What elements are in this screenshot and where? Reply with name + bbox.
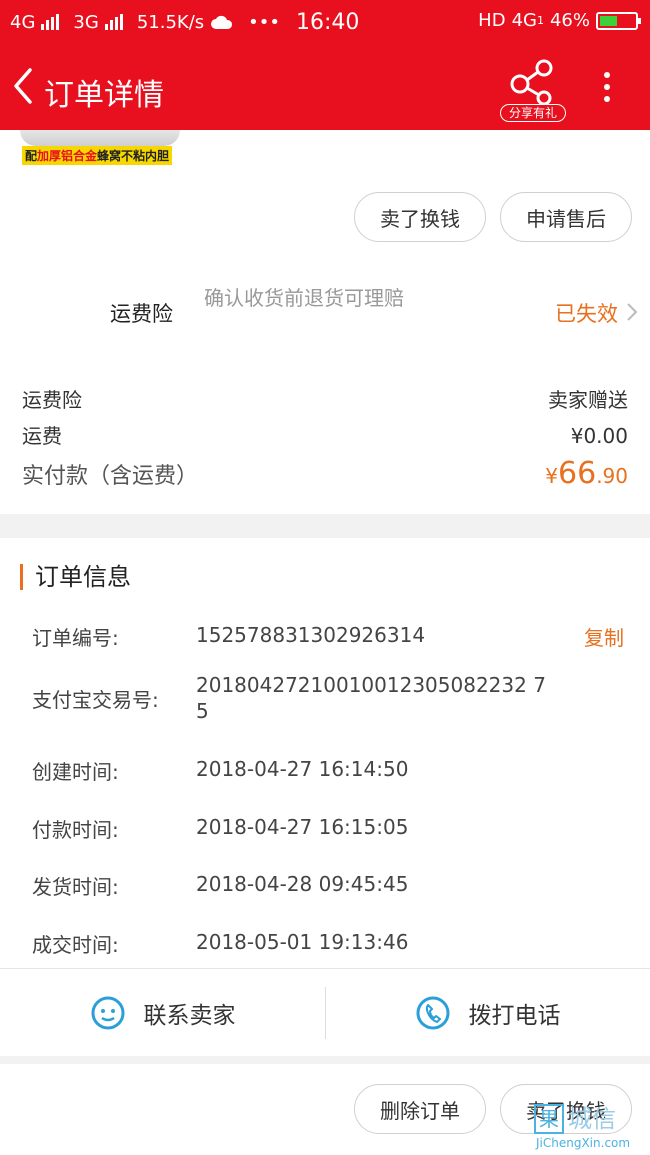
cloud-icon bbox=[211, 15, 233, 29]
info-label: 创建时间: bbox=[32, 760, 119, 784]
order-number-value: 152578831302926314 bbox=[196, 623, 426, 647]
insurance-status: 已失效 bbox=[555, 302, 618, 326]
back-arrow-icon[interactable] bbox=[8, 66, 38, 106]
product-image bbox=[20, 130, 180, 146]
share-label: 分享有礼 bbox=[500, 104, 566, 122]
top-actions: 卖了换钱 申请售后 bbox=[0, 170, 650, 270]
product-tag-highlight: 加厚铝合金 bbox=[37, 149, 98, 163]
status-time: 16:40 bbox=[296, 10, 360, 35]
status-left: 4G 3G 51.5K/s ••• bbox=[10, 12, 280, 33]
page-title: 订单详情 bbox=[44, 78, 164, 113]
contact-bar: 联系卖家 拨打电话 bbox=[0, 968, 650, 1056]
top-bar: 4G 3G 51.5K/s ••• 16:40 HD 4G 1 46% 订单详情 bbox=[0, 0, 650, 130]
info-label: 支付宝交易号: bbox=[32, 688, 159, 712]
sell-for-cash-button[interactable]: 卖了换钱 bbox=[354, 192, 486, 242]
network-speed: 51.5K/s bbox=[136, 11, 205, 33]
signal-icon-2 bbox=[104, 14, 123, 30]
product-tag-suffix: 蜂窝不粘内胆 bbox=[97, 149, 170, 163]
site-watermark: 果 城信 JiChengXin.com bbox=[534, 1104, 650, 1155]
total-integer: 66 bbox=[558, 456, 597, 491]
product-image-stub: 配加厚铝合金蜂窝不粘内胆 bbox=[0, 130, 650, 170]
product-tag: 配加厚铝合金蜂窝不粘内胆 bbox=[22, 146, 173, 165]
info-label: 付款时间: bbox=[32, 818, 119, 842]
more-notifications-icon: ••• bbox=[248, 11, 280, 33]
product-tag-prefix: 配 bbox=[25, 149, 38, 163]
total-currency: ¥ bbox=[545, 464, 558, 488]
sim-slot: 1 bbox=[536, 14, 544, 27]
network-type-2: 3G bbox=[73, 11, 99, 33]
total-price: ¥66.90 bbox=[545, 456, 628, 491]
insurance-name: 运费险 bbox=[110, 302, 173, 326]
chat-icon bbox=[91, 996, 124, 1030]
more-menu-icon[interactable] bbox=[600, 72, 614, 108]
status-right: HD 4G 1 46% bbox=[478, 10, 641, 31]
share-button[interactable]: 分享有礼 bbox=[500, 58, 566, 122]
after-sale-button[interactable]: 申请售后 bbox=[500, 192, 632, 242]
deal-time-value: 2018-05-01 19:13:46 bbox=[196, 930, 409, 954]
contact-seller-label: 联系卖家 bbox=[143, 1003, 236, 1029]
fee-label: 运费 bbox=[22, 424, 62, 448]
order-info-heading: 订单信息 bbox=[20, 564, 131, 590]
fee-summary: 运费险 卖家赠送 运费 ¥0.00 实付款（含运费） ¥66.90 bbox=[0, 358, 650, 514]
info-label: 订单编号: bbox=[32, 626, 119, 650]
copy-button[interactable]: 复制 bbox=[584, 622, 624, 651]
total-label: 实付款（含运费） bbox=[22, 464, 199, 489]
delete-order-button[interactable]: 删除订单 bbox=[354, 1084, 486, 1134]
paid-time-value: 2018-04-27 16:15:05 bbox=[196, 815, 409, 839]
battery-fill bbox=[600, 15, 618, 26]
insurance-description: 确认收货前退货可理赔 bbox=[204, 286, 404, 310]
alipay-trade-row: 支付宝交易号: 20180427210010012305082232 75 bbox=[32, 672, 632, 728]
phone-icon bbox=[416, 996, 449, 1030]
order-info-section: 订单信息 订单编号: 152578831302926314 复制 支付宝交易号:… bbox=[0, 538, 650, 968]
fee-label: 运费险 bbox=[22, 388, 82, 412]
network-type-1: 4G bbox=[10, 11, 36, 33]
network-type-3: 4G bbox=[511, 10, 537, 31]
contact-seller-button[interactable]: 联系卖家 bbox=[0, 969, 325, 1057]
fee-value: ¥0.00 bbox=[570, 424, 628, 448]
watermark-url: JiChengXin.com bbox=[536, 1136, 631, 1150]
watermark-logo: 果 bbox=[534, 1104, 564, 1134]
battery-percent: 46% bbox=[549, 10, 590, 31]
total-row: 实付款（含运费） ¥66.90 bbox=[22, 456, 628, 491]
fee-row: 运费 ¥0.00 bbox=[22, 420, 628, 449]
fee-value: 卖家赠送 bbox=[548, 388, 628, 412]
created-time-value: 2018-04-27 16:14:50 bbox=[196, 757, 409, 781]
status-bar: 4G 3G 51.5K/s ••• 16:40 HD 4G 1 46% bbox=[0, 0, 650, 44]
info-label: 成交时间: bbox=[32, 933, 119, 957]
shipping-insurance[interactable]: 运费险 确认收货前退货可理赔 已失效 bbox=[0, 270, 650, 358]
chevron-right-icon bbox=[627, 303, 638, 321]
signal-icon bbox=[41, 14, 60, 30]
hd-indicator: HD bbox=[478, 10, 506, 31]
share-icon bbox=[510, 59, 553, 106]
call-phone-button[interactable]: 拨打电话 bbox=[325, 969, 650, 1057]
nav-bar: 订单详情 分享有礼 bbox=[0, 48, 650, 128]
battery-icon bbox=[596, 11, 641, 30]
alipay-trade-value: 20180427210010012305082232 75 bbox=[196, 673, 546, 723]
total-decimal: .90 bbox=[596, 464, 628, 488]
watermark-text: 城信 bbox=[568, 1105, 616, 1133]
fee-row: 运费险 卖家赠送 bbox=[22, 384, 628, 413]
call-phone-label: 拨打电话 bbox=[468, 1003, 561, 1029]
info-label: 发货时间: bbox=[32, 875, 119, 899]
shipped-time-value: 2018-04-28 09:45:45 bbox=[196, 872, 409, 896]
